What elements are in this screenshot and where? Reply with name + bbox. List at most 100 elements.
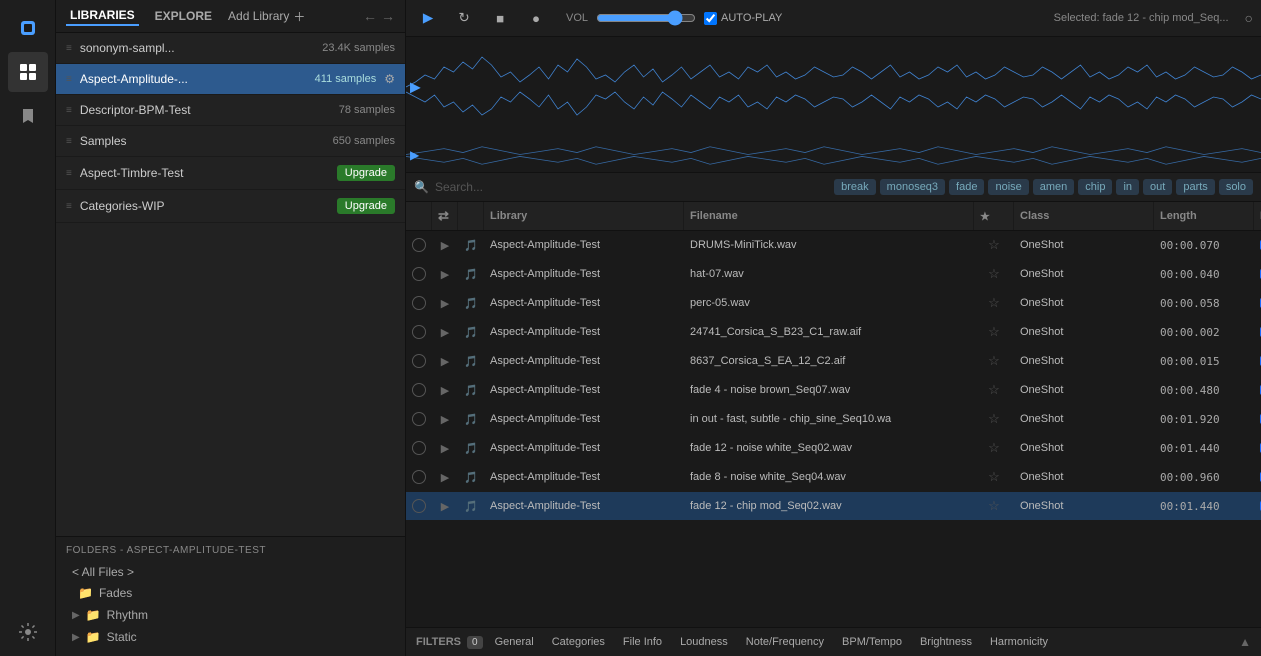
row-play-btn[interactable]: ▶ — [432, 231, 458, 259]
star-icon[interactable]: ☆ — [988, 237, 1000, 253]
filter-loudness[interactable]: Loudness — [674, 634, 734, 650]
library-item-timbre[interactable]: ≡ Aspect-Timbre-Test Upgrade — [56, 157, 405, 190]
table-row[interactable]: ▶ 🎵 Aspect-Amplitude-Test 8637_Corsica_S… — [406, 347, 1261, 376]
folder-item-fades[interactable]: 📁 Fades — [66, 582, 395, 604]
table-row[interactable]: ▶ 🎵 Aspect-Amplitude-Test in out - fast,… — [406, 405, 1261, 434]
filter-general[interactable]: General — [489, 634, 540, 650]
table-row[interactable]: ▶ 🎵 Aspect-Amplitude-Test DRUMS-MiniTick… — [406, 231, 1261, 260]
star-icon[interactable]: ☆ — [988, 440, 1000, 456]
upgrade-button-categories[interactable]: Upgrade — [337, 198, 395, 214]
play-icon[interactable]: ▶ — [441, 384, 449, 397]
star-icon[interactable]: ☆ — [988, 411, 1000, 427]
th-brightness[interactable]: Brightness — [1254, 202, 1261, 230]
row-star[interactable]: ☆ — [974, 318, 1014, 346]
th-star[interactable]: ★ — [974, 202, 1014, 230]
star-icon[interactable]: ☆ — [988, 324, 1000, 340]
row-star[interactable]: ☆ — [974, 405, 1014, 433]
row-radio[interactable] — [406, 376, 432, 404]
bookmark-icon[interactable] — [8, 96, 48, 136]
library-item-categories[interactable]: ≡ Categories-WIP Upgrade — [56, 190, 405, 223]
refresh-button[interactable]: ↻ — [450, 4, 478, 32]
row-play-btn[interactable]: ▶ — [432, 347, 458, 375]
play-icon[interactable]: ▶ — [441, 355, 449, 368]
table-row[interactable]: ▶ 🎵 Aspect-Amplitude-Test fade 4 - noise… — [406, 376, 1261, 405]
add-library-button[interactable]: Add Library ＋ — [228, 8, 305, 25]
play-icon[interactable]: ▶ — [441, 268, 449, 281]
row-star[interactable]: ☆ — [974, 463, 1014, 491]
row-play-btn[interactable]: ▶ — [432, 289, 458, 317]
waveform-play-icon[interactable]: ▶ — [410, 79, 421, 96]
row-radio[interactable] — [406, 289, 432, 317]
table-row[interactable]: ▶ 🎵 Aspect-Amplitude-Test 24741_Corsica_… — [406, 318, 1261, 347]
star-icon[interactable]: ☆ — [988, 382, 1000, 398]
upgrade-button-timbre[interactable]: Upgrade — [337, 165, 395, 181]
play-icon[interactable]: ▶ — [441, 297, 449, 310]
library-item-samples[interactable]: ≡ Samples 650 samples — [56, 126, 405, 157]
filter-bpm[interactable]: BPM/Tempo — [836, 634, 908, 650]
filter-note[interactable]: Note/Frequency — [740, 634, 830, 650]
all-files-item[interactable]: < All Files > — [66, 562, 395, 582]
play-button[interactable]: ▶ — [414, 4, 442, 32]
row-radio[interactable] — [406, 318, 432, 346]
shuffle-icon[interactable]: ⇄ — [438, 208, 449, 224]
play-icon[interactable]: ▶ — [441, 413, 449, 426]
grid-icon[interactable] — [8, 52, 48, 92]
row-star[interactable]: ☆ — [974, 434, 1014, 462]
th-length[interactable]: Length — [1154, 202, 1254, 230]
tag-out[interactable]: out — [1143, 179, 1172, 195]
row-radio[interactable] — [406, 492, 432, 520]
play-icon[interactable]: ▶ — [441, 500, 449, 513]
filter-fileinfo[interactable]: File Info — [617, 634, 668, 650]
th-filename[interactable]: Filename — [684, 202, 974, 230]
th-library[interactable]: Library — [484, 202, 684, 230]
search-input[interactable] — [435, 180, 828, 194]
star-icon[interactable]: ☆ — [988, 295, 1000, 311]
row-radio[interactable] — [406, 434, 432, 462]
table-row[interactable]: ▶ 🎵 Aspect-Amplitude-Test fade 8 - noise… — [406, 463, 1261, 492]
waveform2-play-icon[interactable]: ▶ — [410, 148, 419, 162]
filter-categories[interactable]: Categories — [546, 634, 611, 650]
table-row[interactable]: ▶ 🎵 Aspect-Amplitude-Test fade 12 - chip… — [406, 492, 1261, 521]
row-play-btn[interactable]: ▶ — [432, 463, 458, 491]
row-play-btn[interactable]: ▶ — [432, 260, 458, 288]
tab-explore[interactable]: EXPLORE — [151, 7, 216, 25]
row-star[interactable]: ☆ — [974, 492, 1014, 520]
folder-item-static[interactable]: ▶ 📁 Static — [66, 626, 395, 648]
folder-item-rhythm[interactable]: ▶ 📁 Rhythm — [66, 604, 395, 626]
row-radio[interactable] — [406, 347, 432, 375]
row-radio[interactable] — [406, 405, 432, 433]
tag-amen[interactable]: amen — [1033, 179, 1075, 195]
filter-harmonicity[interactable]: Harmonicity — [984, 634, 1054, 650]
stop-button[interactable]: ■ — [486, 4, 514, 32]
row-star[interactable]: ☆ — [974, 347, 1014, 375]
row-star[interactable]: ☆ — [974, 376, 1014, 404]
star-icon[interactable]: ☆ — [988, 498, 1000, 514]
row-radio[interactable] — [406, 260, 432, 288]
row-star[interactable]: ☆ — [974, 289, 1014, 317]
row-star[interactable]: ☆ — [974, 260, 1014, 288]
play-icon[interactable]: ▶ — [441, 326, 449, 339]
tag-break[interactable]: break — [834, 179, 876, 195]
volume-slider[interactable] — [596, 10, 696, 26]
autoplay-checkbox[interactable] — [704, 12, 717, 25]
library-settings-icon[interactable]: ⚙ — [384, 72, 395, 86]
tag-in[interactable]: in — [1116, 179, 1139, 195]
tag-parts[interactable]: parts — [1176, 179, 1214, 195]
table-row[interactable]: ▶ 🎵 Aspect-Amplitude-Test hat-07.wav ☆ O… — [406, 260, 1261, 289]
expand-filters-button[interactable]: ▲ — [1239, 635, 1251, 649]
back-arrow[interactable]: ← — [363, 8, 377, 24]
tab-libraries[interactable]: LIBRARIES — [66, 6, 139, 26]
tag-monoseq3[interactable]: monoseq3 — [880, 179, 945, 195]
library-item-sononym[interactable]: ≡ sononym-sampl... 23.4K samples — [56, 33, 405, 64]
forward-arrow[interactable]: → — [381, 8, 395, 24]
tag-noise[interactable]: noise — [988, 179, 1028, 195]
th-class[interactable]: Class — [1014, 202, 1154, 230]
row-star[interactable]: ☆ — [974, 231, 1014, 259]
record-button[interactable]: ● — [522, 4, 550, 32]
autoplay-label[interactable]: AUTO-PLAY — [704, 12, 782, 25]
row-play-btn[interactable]: ▶ — [432, 405, 458, 433]
table-row[interactable]: ▶ 🎵 Aspect-Amplitude-Test perc-05.wav ☆ … — [406, 289, 1261, 318]
logo-icon[interactable] — [8, 8, 48, 48]
star-icon[interactable]: ☆ — [988, 469, 1000, 485]
row-radio[interactable] — [406, 231, 432, 259]
